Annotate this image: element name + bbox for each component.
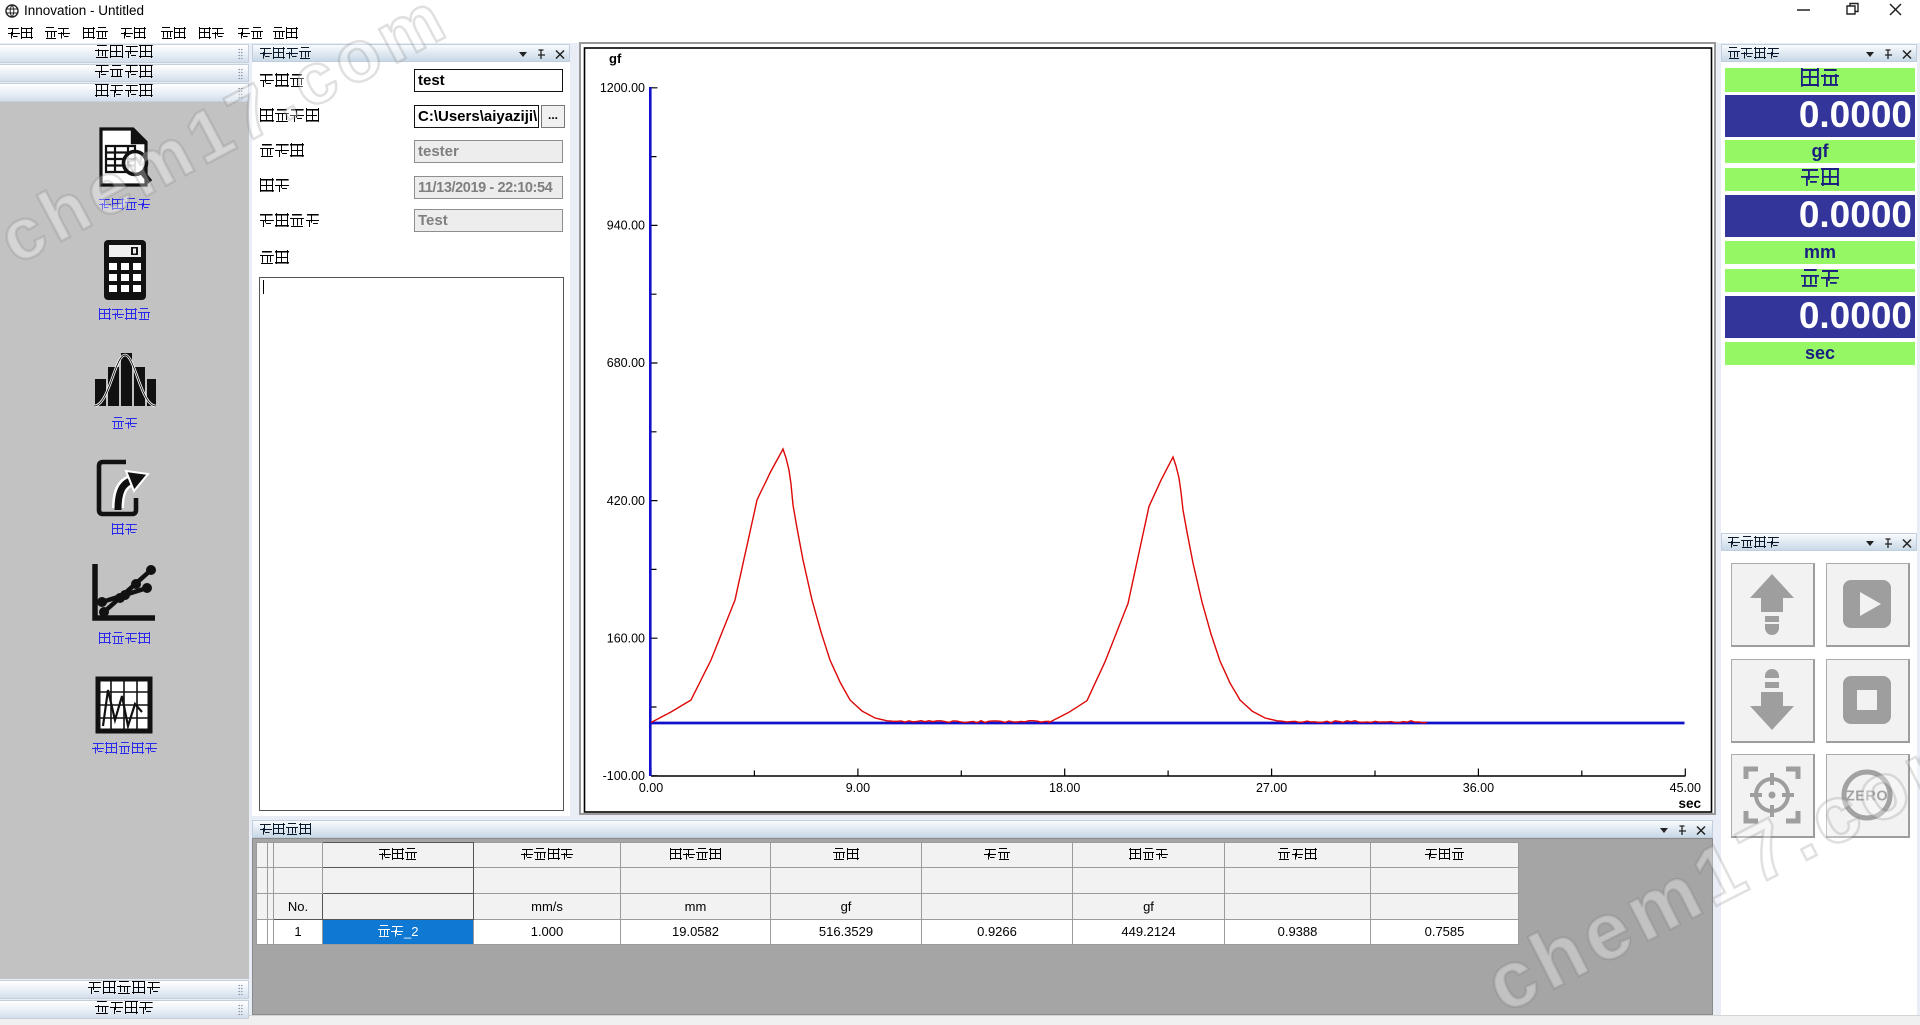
svg-text:420.00: 420.00 <box>607 494 645 508</box>
svg-text:160.00: 160.00 <box>607 631 645 645</box>
svg-text:gf: gf <box>609 51 622 66</box>
svg-text:9.00: 9.00 <box>846 781 870 795</box>
svg-text:18.00: 18.00 <box>1049 781 1080 795</box>
svg-text:1200.00: 1200.00 <box>600 81 645 95</box>
svg-text:36.00: 36.00 <box>1463 781 1494 795</box>
svg-text:940.00: 940.00 <box>607 219 645 233</box>
svg-text:45.00: 45.00 <box>1670 781 1701 795</box>
svg-text:680.00: 680.00 <box>607 356 645 370</box>
svg-text:27.00: 27.00 <box>1256 781 1287 795</box>
svg-text:0.00: 0.00 <box>639 781 663 795</box>
svg-text:sec: sec <box>1678 796 1701 811</box>
